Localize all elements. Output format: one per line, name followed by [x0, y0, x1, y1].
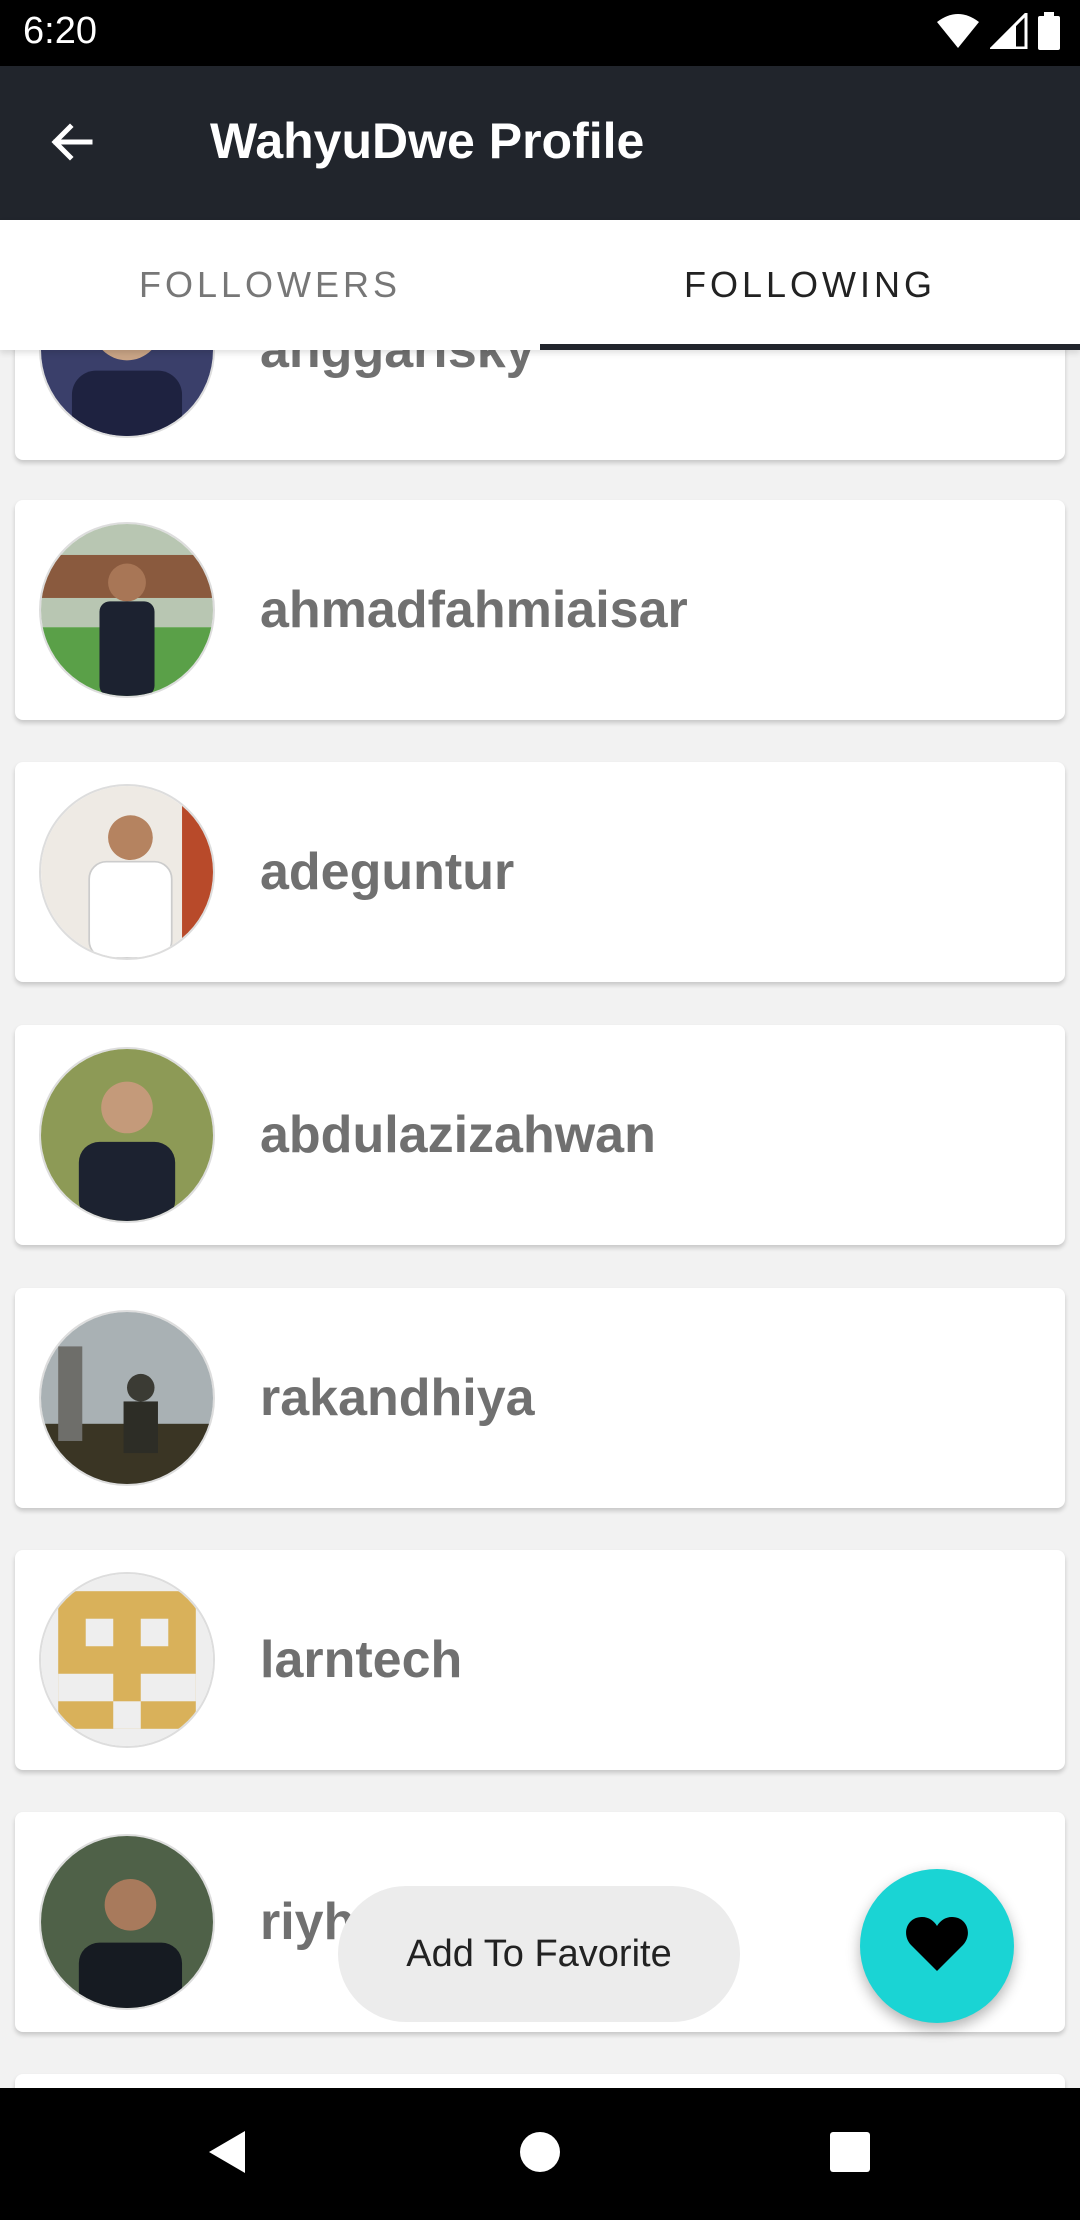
avatar [39, 1834, 215, 2010]
status-icons [936, 9, 1060, 55]
arrow-back-icon [48, 118, 96, 171]
list-item[interactable] [15, 2074, 1065, 2088]
list-item[interactable]: adeguntur [15, 762, 1065, 982]
list-item[interactable]: abdulazizahwan [15, 1025, 1065, 1245]
app-bar: WahyuDwe Profile [0, 66, 1080, 220]
nav-recents-button[interactable] [814, 2118, 886, 2190]
avatar [39, 522, 215, 698]
list-item[interactable]: anggarisky [15, 350, 1065, 460]
signal-icon [988, 9, 1028, 54]
snackbar: Add To Favorite [338, 1886, 740, 2022]
heart-icon [905, 1915, 969, 1978]
avatar [39, 1572, 215, 1748]
battery-icon [1038, 11, 1060, 55]
nav-home-button[interactable] [504, 2118, 576, 2190]
navigation-bar [0, 2088, 1080, 2220]
status-time: 6:20 [23, 10, 97, 52]
username: adeguntur [260, 843, 515, 901]
status-bar: 6:20 [0, 0, 1080, 66]
tab-indicator [540, 344, 1080, 350]
avatar [39, 1047, 215, 1223]
username: anggarisky [260, 350, 535, 379]
list-item[interactable]: rakandhiya [15, 1288, 1065, 1508]
wifi-icon [936, 13, 980, 54]
avatar [39, 1310, 215, 1486]
list-item[interactable]: ahmadfahmiaisar [15, 500, 1065, 720]
username: larntech [260, 1631, 463, 1689]
home-circle-icon [518, 2130, 562, 2179]
back-triangle-icon [201, 2127, 251, 2182]
back-button[interactable] [32, 104, 112, 184]
following-list[interactable]: anggarisky ahmadfahmiaisar adeguntur abd… [0, 350, 1080, 2088]
tab-followers[interactable]: FOLLOWERS [0, 220, 540, 350]
recents-square-icon [828, 2130, 872, 2179]
avatar [39, 350, 215, 438]
tab-bar: FOLLOWERS FOLLOWING [0, 220, 1080, 350]
list-item[interactable]: larntech [15, 1550, 1065, 1770]
favorite-fab-button[interactable] [860, 1869, 1014, 2023]
username: rakandhiya [260, 1369, 535, 1427]
username: abdulazizahwan [260, 1106, 656, 1164]
username: ahmadfahmiaisar [260, 581, 688, 639]
page-title: WahyuDwe Profile [210, 113, 645, 169]
nav-back-button[interactable] [190, 2118, 262, 2190]
avatar [39, 784, 215, 960]
tab-following[interactable]: FOLLOWING [540, 220, 1080, 350]
